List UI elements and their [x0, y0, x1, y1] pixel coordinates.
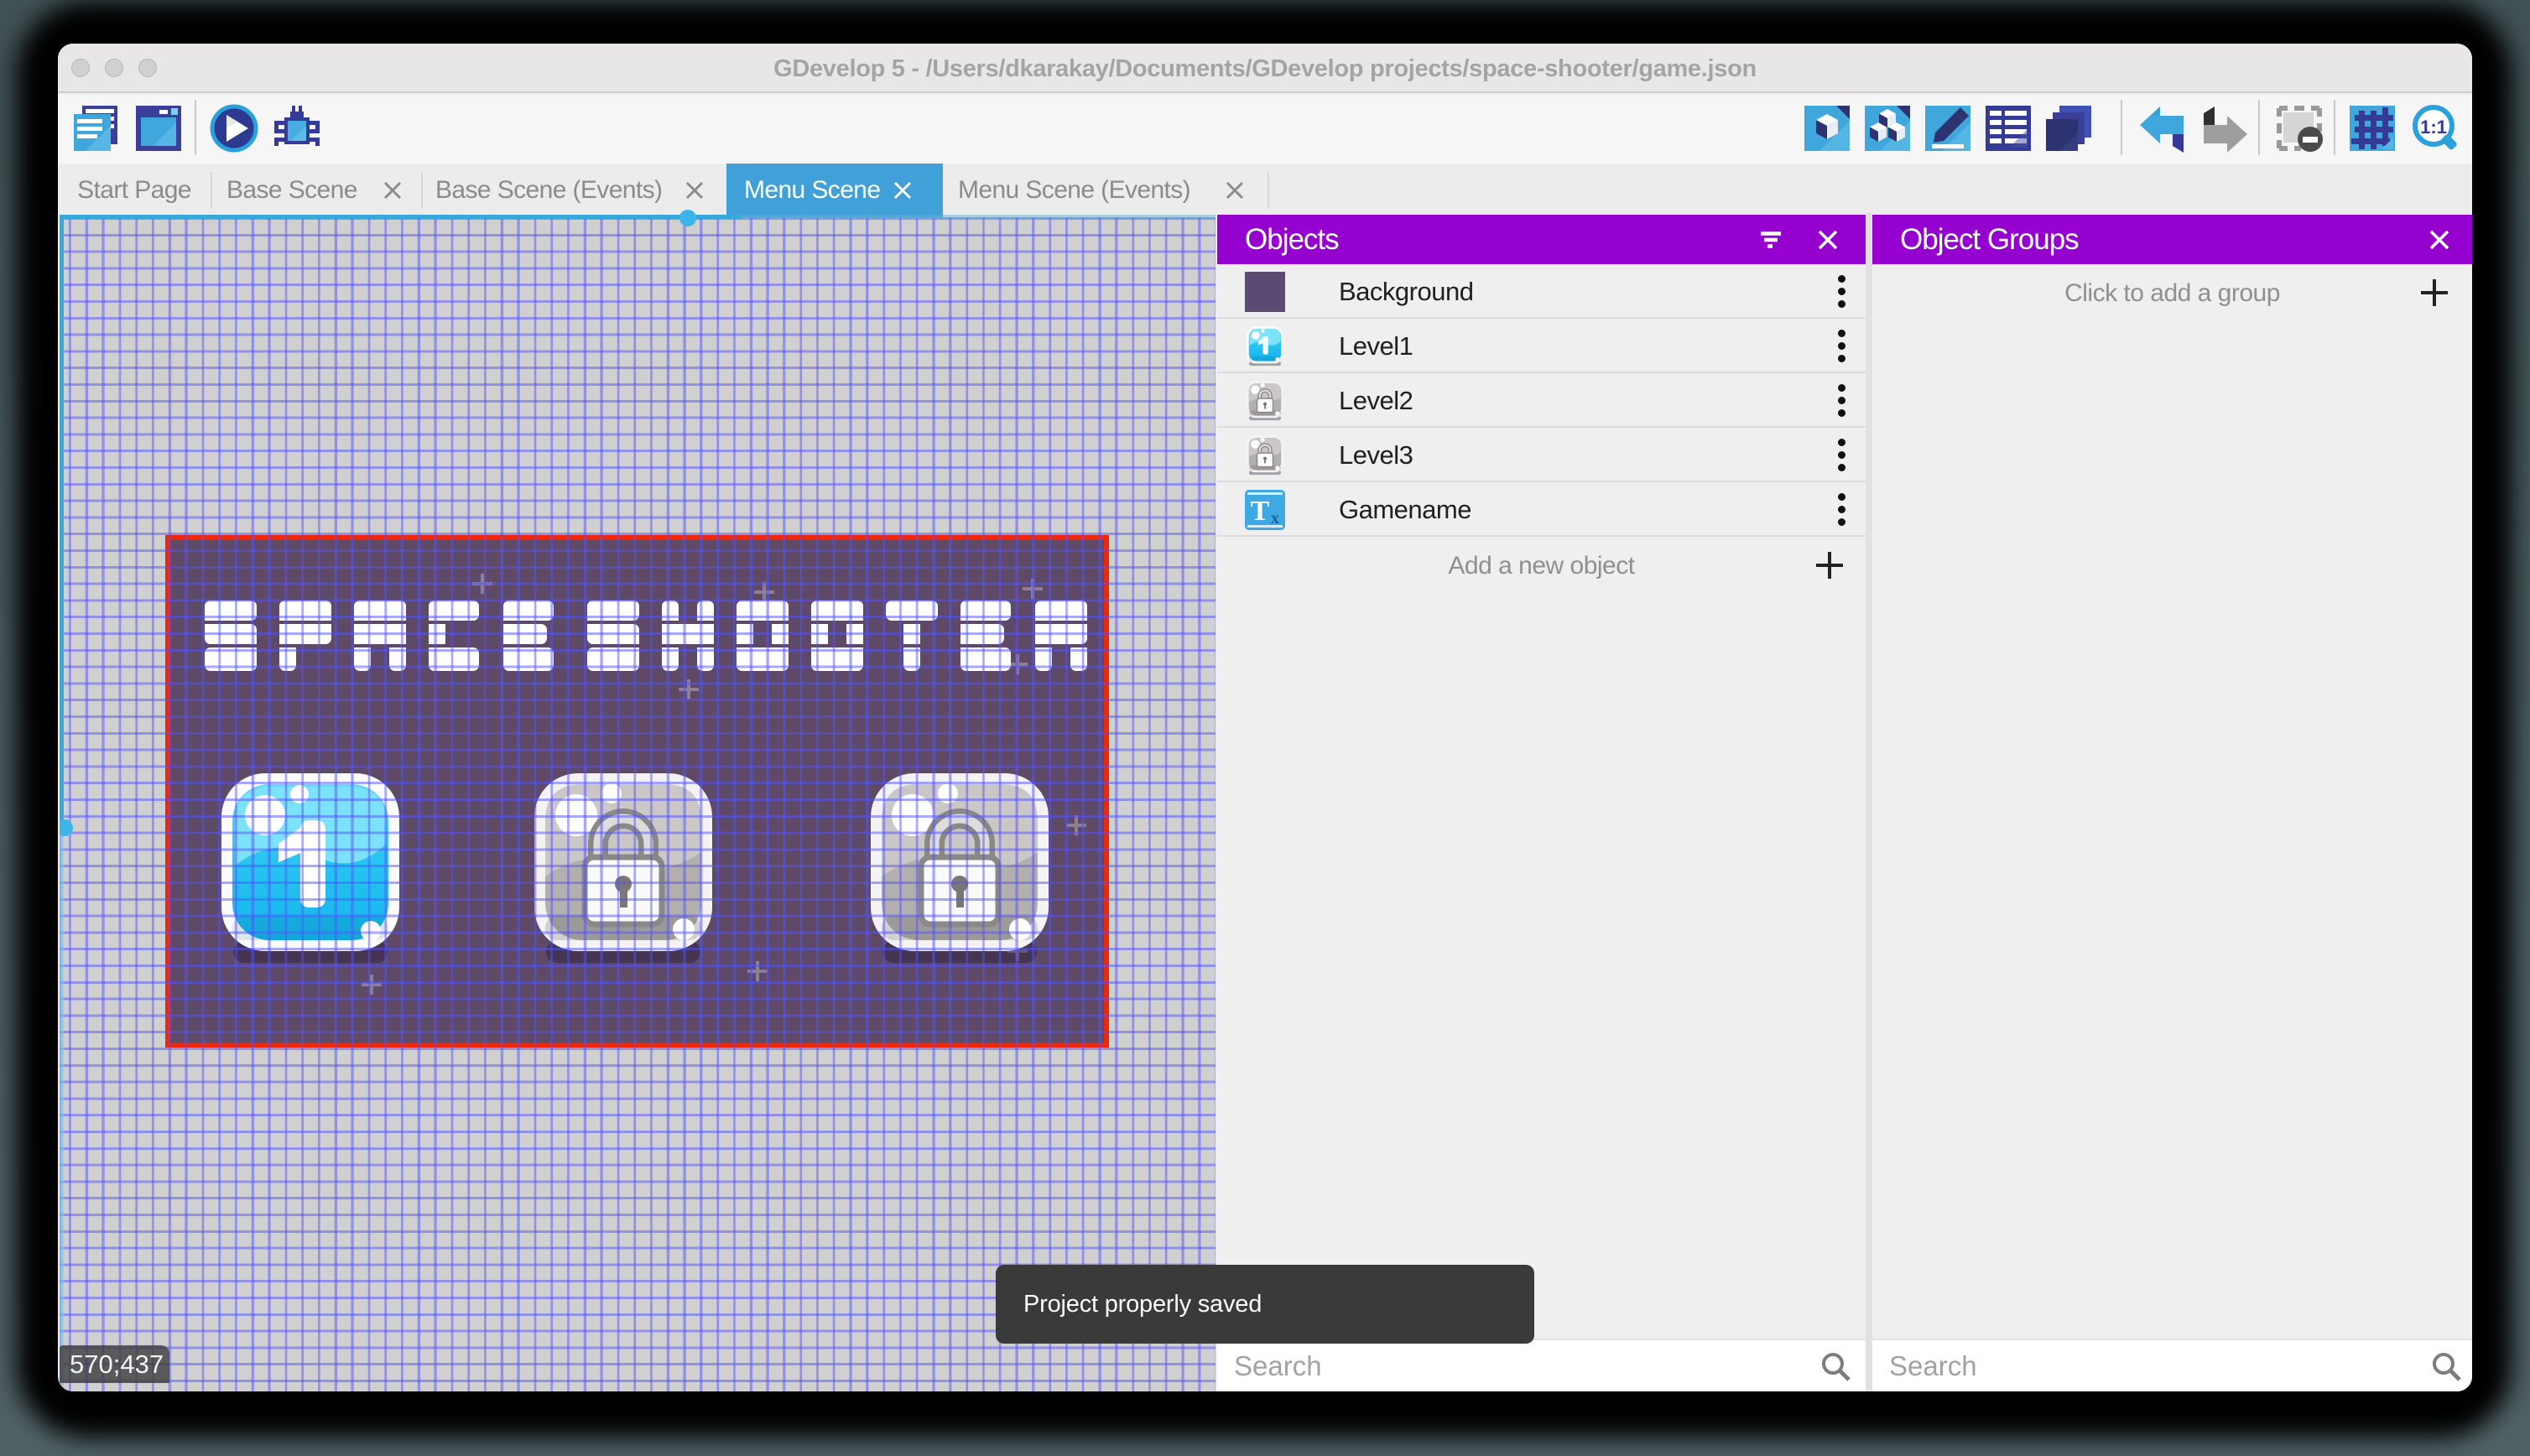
- svg-text:T: T: [1251, 496, 1270, 527]
- svg-text:x: x: [1271, 509, 1279, 528]
- svg-text:1:1: 1:1: [2420, 117, 2447, 138]
